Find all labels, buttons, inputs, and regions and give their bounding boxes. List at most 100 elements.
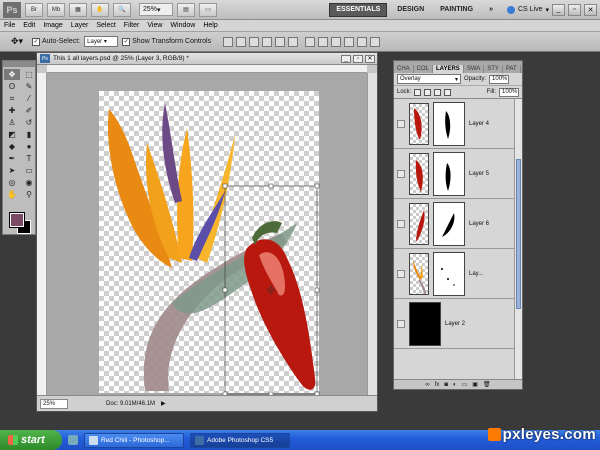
path-selection-tool-icon[interactable]: ➤ <box>4 165 20 176</box>
layer-style-icon[interactable]: fx <box>435 382 440 388</box>
align-right-icon[interactable] <box>288 36 299 47</box>
lock-all-icon[interactable] <box>444 88 452 96</box>
tab-color[interactable]: COL <box>414 65 434 73</box>
menu-image[interactable]: Image <box>39 22 66 29</box>
new-group-icon[interactable]: ▭ <box>462 381 468 388</box>
layer-visibility-toggle[interactable] <box>397 319 405 328</box>
type-tool-icon[interactable]: T <box>21 153 37 164</box>
layer-visibility-toggle[interactable] <box>397 219 405 228</box>
layer-name[interactable]: Layer 2 <box>445 321 465 327</box>
layer-visibility-toggle[interactable] <box>397 169 405 178</box>
document-vertical-scrollbar[interactable] <box>367 73 377 395</box>
blend-mode-select[interactable]: Overlay ▾ <box>397 74 461 84</box>
move-tool-icon[interactable]: ✥ <box>4 69 20 80</box>
layer-row-layer-4[interactable]: Layer 4 <box>394 99 516 149</box>
healing-brush-tool-icon[interactable]: ✚ <box>4 105 20 116</box>
arrange-documents-button[interactable]: ▤ <box>177 2 195 17</box>
status-menu-arrow-icon[interactable]: ▶ <box>161 400 166 407</box>
layer-mask-thumbnail[interactable] <box>433 201 465 246</box>
distribute-hcenter-icon[interactable] <box>357 36 368 47</box>
task-photoshop[interactable]: Adobe Photoshop CS5 <box>190 432 290 448</box>
align-vcenter-icon[interactable] <box>236 36 247 47</box>
quick-launch-icon[interactable] <box>68 435 78 445</box>
workspace-essentials[interactable]: ESSENTIALS <box>329 2 388 17</box>
zoom-tool-icon[interactable]: ⚲ <box>21 189 37 200</box>
quick-select-tool-icon[interactable]: ✎ <box>21 81 37 92</box>
3d-rotate-tool-icon[interactable]: ◎ <box>4 177 20 188</box>
menu-filter[interactable]: Filter <box>120 22 144 29</box>
document-minimize-button[interactable]: _ <box>341 54 351 63</box>
tab-swatches[interactable]: SWA <box>464 65 485 73</box>
align-hcenter-icon[interactable] <box>275 36 286 47</box>
pen-tool-icon[interactable]: ✒ <box>4 153 20 164</box>
auto-select-target-select[interactable]: Layer ▾ <box>84 36 119 47</box>
menu-edit[interactable]: Edit <box>19 22 39 29</box>
bridge-button[interactable]: Br <box>25 2 43 17</box>
layer-name[interactable]: Layer 5 <box>469 171 489 177</box>
minibridge-button[interactable]: Mb <box>47 2 65 17</box>
layer-row-flower[interactable]: Lay... <box>394 249 516 299</box>
foreground-color-swatch[interactable] <box>9 212 25 228</box>
blur-tool-icon[interactable]: ◆ <box>4 141 20 152</box>
layer-mask-thumbnail[interactable] <box>433 151 465 196</box>
gradient-tool-icon[interactable]: ▮ <box>21 129 37 140</box>
opacity-input[interactable]: 100% <box>489 74 510 84</box>
hand-tool-icon[interactable]: ✋ <box>4 189 20 200</box>
new-layer-icon[interactable]: ▣ <box>472 381 478 388</box>
task-red-chili[interactable]: Red Chili - Photoshop... <box>84 432 184 448</box>
layer-visibility-toggle[interactable] <box>397 119 405 128</box>
layer-row-layer-2[interactable]: Layer 2 <box>394 299 516 349</box>
distribute-vcenter-icon[interactable] <box>318 36 329 47</box>
restore-button[interactable]: ▫ <box>568 3 581 16</box>
clone-stamp-tool-icon[interactable]: ♙ <box>4 117 20 128</box>
align-top-icon[interactable] <box>223 36 234 47</box>
workspace-design[interactable]: DESIGN <box>391 3 430 17</box>
menu-help[interactable]: Help <box>199 22 221 29</box>
lock-pixels-icon[interactable] <box>424 88 432 96</box>
link-layers-icon[interactable]: ∞ <box>425 382 429 388</box>
layer-visibility-toggle[interactable] <box>397 269 405 278</box>
layers-scrollbar[interactable] <box>514 99 522 381</box>
layer-name[interactable]: Layer 6 <box>469 221 489 227</box>
menu-layer[interactable]: Layer <box>67 22 93 29</box>
start-button[interactable]: start <box>0 430 62 450</box>
marquee-tool-icon[interactable]: ⬚ <box>21 69 37 80</box>
zoom-level-select[interactable]: 25% ▾ <box>139 3 173 16</box>
lock-position-icon[interactable] <box>434 88 442 96</box>
adjustment-layer-icon[interactable]: ◐ <box>453 382 457 388</box>
document-close-button[interactable]: ✕ <box>365 54 375 63</box>
shape-tool-icon[interactable]: ▭ <box>21 165 37 176</box>
screen-mode-button[interactable]: ▭ <box>199 2 217 17</box>
history-brush-tool-icon[interactable]: ↺ <box>21 117 37 128</box>
menu-window[interactable]: Window <box>166 22 199 29</box>
hand-tool-button[interactable]: ✋ <box>91 2 109 17</box>
lasso-tool-icon[interactable]: ʘ <box>4 81 20 92</box>
align-bottom-icon[interactable] <box>249 36 260 47</box>
crop-tool-icon[interactable]: ⌗ <box>4 93 20 104</box>
show-transform-checkbox[interactable]: ✓ <box>122 37 131 46</box>
vertical-ruler[interactable] <box>37 73 47 395</box>
fill-input[interactable]: 100% <box>499 87 519 97</box>
extras-button[interactable]: ▦ <box>69 2 87 17</box>
canvas-area[interactable] <box>47 73 367 395</box>
document-title-bar[interactable]: Ps This 1 all layers.psd @ 25% (Layer 3,… <box>37 53 377 65</box>
3d-orbit-tool-icon[interactable]: ◉ <box>21 177 37 188</box>
eraser-tool-icon[interactable]: ◩ <box>4 129 20 140</box>
auto-select-option[interactable]: ✓ Auto-Select: <box>32 37 80 46</box>
document-zoom-field[interactable]: 25% <box>40 398 68 409</box>
distribute-left-icon[interactable] <box>344 36 355 47</box>
close-button[interactable]: ✕ <box>584 3 597 16</box>
lock-transparent-icon[interactable] <box>414 88 422 96</box>
distribute-top-icon[interactable] <box>305 36 316 47</box>
tab-styles[interactable]: STY <box>484 65 503 73</box>
eyedropper-tool-icon[interactable]: ⁄ <box>21 93 37 104</box>
layer-name[interactable]: Lay... <box>469 271 483 277</box>
menu-view[interactable]: View <box>143 22 166 29</box>
menu-select[interactable]: Select <box>92 22 119 29</box>
add-mask-icon[interactable]: ◙ <box>444 382 448 388</box>
move-tool-preset-icon[interactable]: ✥▾ <box>6 35 28 49</box>
tab-paths[interactable]: PAT <box>503 65 521 73</box>
align-left-icon[interactable] <box>262 36 273 47</box>
distribute-right-icon[interactable] <box>370 36 381 47</box>
layer-row-layer-6[interactable]: Layer 6 <box>394 199 516 249</box>
